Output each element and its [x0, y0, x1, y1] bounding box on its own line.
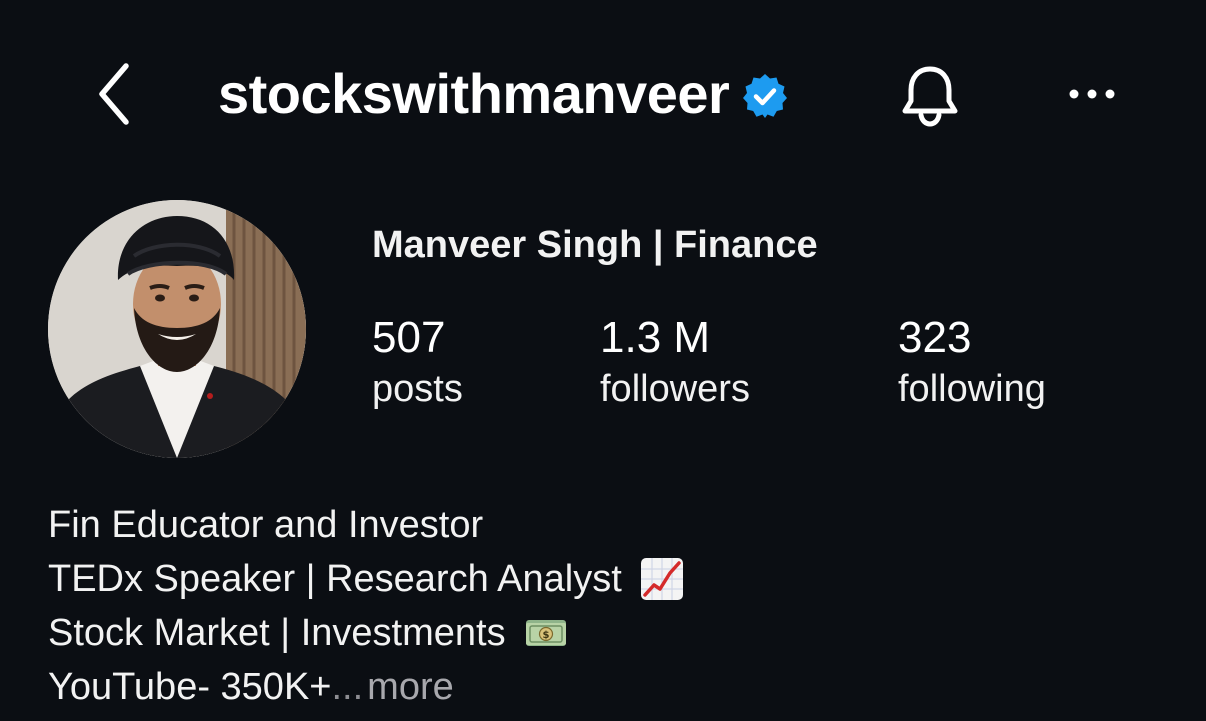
followers-label: followers: [600, 367, 750, 410]
dollar-banknote-icon: $: [525, 620, 566, 646]
more-options-button[interactable]: [1060, 66, 1124, 122]
svg-text:$: $: [542, 630, 549, 641]
bio-line: Fin Educator and Investor: [48, 498, 684, 552]
chart-increasing-icon: [640, 558, 683, 600]
bio-line: YouTube- 350K+ ... more: [48, 660, 684, 714]
back-button[interactable]: [86, 58, 142, 130]
profile-avatar[interactable]: [48, 200, 306, 458]
display-name: Manveer Singh | Finance: [372, 224, 818, 266]
bio-line: Stock Market | Investments $: [48, 606, 684, 660]
followers-count: 1.3 M: [600, 313, 711, 362]
posts-label: posts: [372, 367, 463, 410]
verified-badge-icon: [743, 74, 788, 118]
avatar-image: [48, 200, 306, 458]
bio-line-text: YouTube- 350K+: [48, 666, 332, 708]
notifications-button[interactable]: [894, 60, 966, 132]
chevron-left-icon: [99, 63, 129, 125]
bio-line-text: Stock Market | Investments: [48, 612, 506, 654]
more-horizontal-icon: [1069, 89, 1115, 99]
bio-line-text: TEDx Speaker | Research Analyst: [48, 558, 622, 600]
bio-more-link[interactable]: more: [367, 660, 454, 714]
profile-bio: Fin Educator and Investor TEDx Speaker |…: [48, 498, 684, 714]
bell-icon: [902, 66, 958, 127]
bio-line-text: Fin Educator and Investor: [48, 504, 484, 546]
profile-screen: stockswithmanveer Manveer Singh | Financ…: [0, 0, 1206, 721]
stat-following[interactable]: 323 following: [898, 312, 1046, 414]
stat-followers[interactable]: 1.3 M followers: [600, 312, 750, 414]
following-label: following: [898, 367, 1046, 410]
username: stockswithmanveer: [218, 62, 730, 125]
following-count: 323: [898, 313, 972, 362]
bio-line: TEDx Speaker | Research Analyst: [48, 552, 684, 606]
posts-count: 507: [372, 313, 446, 362]
stat-posts[interactable]: 507 posts: [372, 312, 463, 414]
bio-ellipsis: ...: [331, 666, 364, 708]
profile-header-title: stockswithmanveer: [218, 58, 789, 130]
